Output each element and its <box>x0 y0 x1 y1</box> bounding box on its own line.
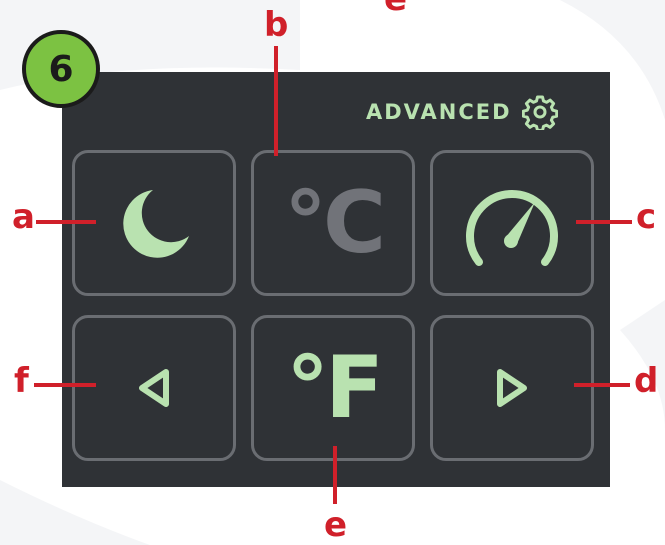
leader-line-c <box>576 220 632 224</box>
step-badge: 6 <box>22 30 100 108</box>
leader-line-e <box>333 446 337 504</box>
fahrenheit-label: °F <box>286 338 384 438</box>
callout-b: b <box>264 5 289 45</box>
callout-d: d <box>634 361 659 401</box>
leader-line-f <box>34 383 96 387</box>
callout-c: c <box>636 197 657 237</box>
leader-line-b <box>274 46 278 156</box>
sleep-mode-button[interactable] <box>72 150 236 296</box>
fahrenheit-button[interactable]: °F <box>251 315 415 461</box>
celsius-label: °C <box>283 173 386 273</box>
moon-icon <box>123 190 189 258</box>
triangle-left-icon <box>139 369 169 407</box>
triangle-right-icon <box>497 369 527 407</box>
gear-icon <box>521 95 558 130</box>
previous-button[interactable] <box>72 315 236 461</box>
advanced-label: ADVANCED <box>366 100 512 124</box>
celsius-button[interactable]: °C <box>251 150 415 296</box>
callout-e-top: e <box>384 0 407 16</box>
performance-button[interactable] <box>430 150 594 296</box>
advanced-button[interactable]: ADVANCED <box>366 95 558 130</box>
next-button[interactable] <box>430 315 594 461</box>
leader-line-a <box>36 220 96 224</box>
speedometer-icon <box>466 190 558 266</box>
callout-a: a <box>12 197 35 237</box>
callout-e: e <box>324 505 348 545</box>
callout-f: f <box>14 361 29 401</box>
leader-line-d <box>574 383 630 387</box>
